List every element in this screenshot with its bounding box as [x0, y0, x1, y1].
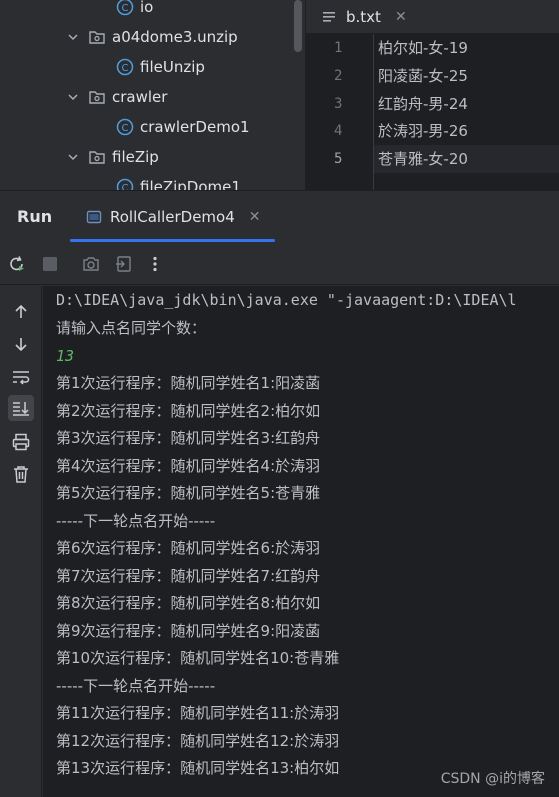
- console-line: 第2次运行程序：随机同学姓名2:柏尔如: [56, 402, 321, 420]
- project-tree: C io a04dome3.unzip C fileUnzip crawler …: [0, 0, 305, 190]
- tree-item-filezipdome1[interactable]: C fileZipDome1: [116, 172, 241, 190]
- console-line: 第4次运行程序：随机同学姓名4:於涛羽: [56, 457, 321, 475]
- editor-tab-label: b.txt: [346, 8, 381, 26]
- line-number: 2: [334, 68, 343, 84]
- console-command-line: D:\IDEA\java_jdk\bin\java.exe "-javaagen…: [56, 291, 517, 309]
- console-line: 请输入点名同学个数：: [56, 319, 207, 337]
- soft-wrap-icon: [13, 371, 30, 385]
- console-line: 第3次运行程序：随机同学姓名3:红韵舟: [56, 429, 321, 447]
- svg-text:C: C: [122, 3, 129, 14]
- package-icon: [89, 31, 105, 44]
- stop-button[interactable]: [39, 253, 61, 275]
- console-line: 第11次运行程序：随机同学姓名11:於涛羽: [56, 704, 340, 722]
- svg-text:C: C: [122, 183, 129, 190]
- svg-text:C: C: [122, 123, 129, 134]
- tree-item-label: crawlerDemo1: [140, 118, 250, 136]
- class-icon: C: [116, 178, 134, 190]
- stop-icon: [43, 257, 57, 271]
- scroll-to-end-button[interactable]: [8, 395, 34, 421]
- console-line: 第7次运行程序：随机同学姓名7:红韵舟: [56, 567, 321, 585]
- print-button[interactable]: [10, 431, 32, 453]
- chevron-down-icon[interactable]: [66, 150, 80, 164]
- console-output[interactable]: D:\IDEA\java_jdk\bin\java.exe "-javaagen…: [43, 286, 559, 797]
- scroll-to-end-icon: [13, 402, 29, 416]
- package-icon: [89, 91, 105, 104]
- console-line: 第5次运行程序：随机同学姓名5:苍青雅: [56, 484, 321, 502]
- close-icon[interactable]: ✕: [395, 9, 407, 25]
- class-icon: C: [116, 0, 134, 16]
- class-icon: C: [116, 118, 134, 136]
- kebab-menu-icon: [153, 256, 157, 272]
- code-line[interactable]: 红韵舟-男-24: [378, 90, 468, 118]
- chevron-down-icon[interactable]: [66, 90, 80, 104]
- tree-item-label: fileUnzip: [140, 58, 205, 76]
- tree-item-crawler[interactable]: crawler: [66, 82, 167, 112]
- console-separator-line: -----下一轮点名开始-----: [56, 677, 216, 695]
- line-number: 1: [334, 40, 343, 56]
- tree-item-label: fileZipDome1: [140, 178, 241, 190]
- tree-item-fileunzip[interactable]: C fileUnzip: [116, 52, 205, 82]
- soft-wrap-button[interactable]: [10, 367, 32, 389]
- scroll-down-button[interactable]: [10, 333, 32, 355]
- arrow-down-icon: [15, 338, 27, 352]
- camera-icon: [83, 257, 99, 271]
- console-line: 第10次运行程序：随机同学姓名10:苍青雅: [56, 649, 340, 667]
- svg-text:C: C: [122, 63, 129, 74]
- tree-item-label: fileZip: [112, 148, 159, 166]
- tree-item-label: a04dome3.unzip: [112, 28, 238, 46]
- printer-icon: [12, 433, 30, 451]
- top-area: C io a04dome3.unzip C fileUnzip crawler …: [0, 0, 559, 190]
- console-line: 第9次运行程序：随机同学姓名9:阳凌菡: [56, 622, 321, 640]
- project-scrollbar[interactable]: [294, 0, 302, 52]
- editor-tab-b-txt[interactable]: b.txt ✕: [322, 0, 407, 34]
- more-options-button[interactable]: [144, 253, 166, 275]
- run-tab-label: RollCallerDemo4: [110, 208, 235, 226]
- console-line: 第12次运行程序：随机同学姓名12:於涛羽: [56, 732, 340, 750]
- console-side-toolbar: [0, 286, 42, 797]
- close-icon[interactable]: ✕: [249, 209, 261, 225]
- tree-item-label: io: [140, 0, 154, 16]
- code-line[interactable]: 於涛羽-男-26: [378, 117, 468, 145]
- editor-pane: b.txt ✕ 1 2 3 4 5 柏尔如-女-19 阳凌菡-女-25 红韵舟-…: [306, 0, 559, 190]
- scroll-up-button[interactable]: [10, 301, 32, 323]
- console-line: 第1次运行程序：随机同学姓名1:阳凌菡: [56, 374, 321, 392]
- code-line[interactable]: 阳凌菡-女-25: [378, 62, 468, 90]
- class-icon: C: [116, 58, 134, 76]
- line-number: 5: [334, 151, 343, 167]
- console-user-input: 13: [56, 347, 75, 365]
- text-file-icon: [323, 12, 335, 22]
- trash-icon: [14, 466, 28, 483]
- tree-item-io[interactable]: C io: [116, 0, 153, 22]
- run-toolbar: [0, 243, 559, 285]
- package-icon: [89, 151, 105, 164]
- line-number: 4: [334, 123, 343, 139]
- clear-all-button[interactable]: [10, 463, 32, 485]
- console-line: 第6次运行程序：随机同学姓名6:於涛羽: [56, 539, 321, 557]
- watermark: CSDN @i的博客: [440, 771, 545, 787]
- code-line[interactable]: 苍青雅-女-20: [378, 145, 468, 173]
- tree-item-crawlerdemo1[interactable]: C crawlerDemo1: [116, 112, 250, 142]
- code-line[interactable]: 柏尔如-女-19: [378, 34, 468, 62]
- tree-item-a04dome3-unzip[interactable]: a04dome3.unzip: [66, 22, 238, 52]
- run-header: Run RollCallerDemo4 ✕: [0, 191, 559, 243]
- chevron-down-icon[interactable]: [66, 30, 80, 44]
- line-number: 3: [334, 96, 343, 112]
- run-config-icon: [86, 210, 102, 224]
- line-number-gutter: 1 2 3 4 5: [306, 34, 374, 190]
- console-line: 第8次运行程序：随机同学姓名8:柏尔如: [56, 594, 321, 612]
- screenshot-button[interactable]: [80, 253, 102, 275]
- console-separator-line: -----下一轮点名开始-----: [56, 512, 216, 530]
- run-title: Run: [17, 207, 53, 226]
- rerun-button[interactable]: [6, 253, 28, 275]
- active-tab-indicator: [70, 239, 275, 242]
- arrow-up-icon: [15, 304, 27, 318]
- rerun-icon: [10, 256, 24, 271]
- tree-item-label: crawler: [112, 88, 168, 106]
- console-line: 第13次运行程序：随机同学姓名13:柏尔如: [56, 759, 340, 777]
- tree-item-filezip[interactable]: fileZip: [66, 142, 159, 172]
- restore-layout-button[interactable]: [113, 253, 135, 275]
- run-tab[interactable]: RollCallerDemo4 ✕: [70, 191, 275, 243]
- exit-icon: [116, 256, 131, 272]
- editor-tab-bar: b.txt ✕: [306, 0, 559, 34]
